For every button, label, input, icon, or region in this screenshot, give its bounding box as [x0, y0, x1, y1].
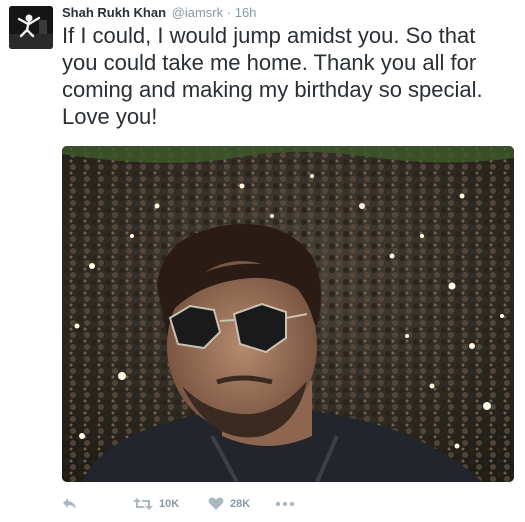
- avatar[interactable]: [9, 6, 53, 49]
- tweet-actions: 10K 28K: [62, 494, 514, 514]
- retweet-button[interactable]: 10K: [133, 494, 179, 514]
- more-button[interactable]: [275, 494, 295, 514]
- like-button[interactable]: 28K: [208, 494, 250, 514]
- tweet-photo[interactable]: [62, 146, 514, 482]
- more-icon: [275, 501, 295, 507]
- tweet-text: If I could, I would jump amidst you. So …: [62, 23, 483, 129]
- heart-icon: [208, 497, 224, 511]
- author-name[interactable]: Shah Rukh Khan: [62, 5, 166, 20]
- like-count: 28K: [230, 498, 251, 510]
- retweet-icon: [133, 497, 153, 511]
- reply-icon: [62, 497, 78, 511]
- retweet-count: 10K: [159, 498, 180, 510]
- timestamp[interactable]: 16h: [235, 5, 257, 20]
- separator-dot: ·: [226, 5, 232, 20]
- tweet-header: Shah Rukh Khan @iamsrk · 16h: [62, 5, 256, 23]
- tweet: Shah Rukh Khan @iamsrk · 16h If I could,…: [0, 0, 525, 522]
- reply-button[interactable]: [62, 494, 78, 514]
- author-handle[interactable]: @iamsrk: [172, 5, 223, 20]
